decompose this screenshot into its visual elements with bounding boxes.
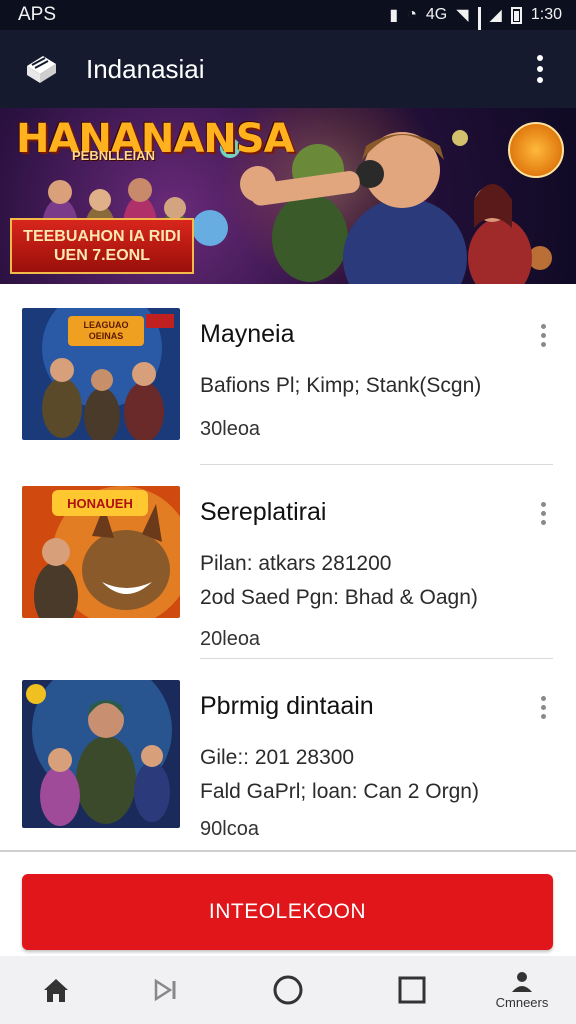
status-time: 1:30 — [530, 6, 562, 23]
item-more-icon[interactable] — [535, 696, 551, 720]
game-detail-3: 30leoa — [200, 418, 261, 440]
game-detail-2: Fald GaPrl; loan: Can 2 Orgn) — [200, 780, 479, 803]
status-left-text: APS — [18, 4, 57, 25]
banner-subtitle: PEBNLLEIAN — [72, 148, 156, 163]
thumbnail-label: HONAUEH — [67, 496, 133, 511]
list-divider — [200, 658, 553, 659]
app-title: Indanasiai — [86, 53, 205, 84]
item-more-icon[interactable] — [535, 324, 551, 348]
game-detail-1: Bafions Pl; Kimp; Stank(Scgn) — [200, 374, 482, 397]
signal-icon-2: ◢ — [489, 7, 502, 24]
thumbnail-label: LEAGUAO OEINAS — [83, 320, 129, 341]
status-bar: APS ▮ ◔ 4G ◥ ◢ 1:30 — [0, 0, 576, 50]
game-thumbnail: LEAGUAO OEINAS — [22, 308, 180, 440]
promo-banner[interactable]: HANANANSA PEBNLLEIAN TEEBUAHON IA RIDI U… — [0, 108, 576, 284]
list-item[interactable]: Pbrmig dintaain Gile:: 201 28300 Fald Ga… — [0, 672, 576, 852]
home-icon[interactable] — [38, 956, 74, 1024]
game-name: Mayneia — [200, 320, 295, 348]
game-detail-2: 2od Saed Pgn: Bhad & Oagn) — [200, 586, 478, 609]
primary-action-button[interactable]: INTEOLEKOON — [22, 874, 553, 950]
circle-home-icon[interactable] — [270, 956, 306, 1024]
nav-item-account[interactable]: Cmneers — [484, 956, 560, 1024]
nav-label-account: Cmneers — [495, 994, 549, 1010]
section-divider — [0, 850, 576, 852]
navigation-bar: Cmneers — [0, 956, 576, 1024]
item-more-icon[interactable] — [535, 502, 551, 526]
game-detail-3: 20leoa — [200, 628, 261, 650]
cube-logo-icon — [22, 50, 60, 88]
game-name: Sereplatirai — [200, 498, 327, 526]
wifi-icon: ◥ — [456, 7, 469, 24]
game-name: Pbrmig dintaain — [200, 692, 374, 720]
signal-icon — [477, 7, 481, 50]
battery-icon — [510, 6, 522, 24]
banner-ribbon: TEEBUAHON IA RIDI UEN 7.EONL — [10, 218, 194, 274]
banner-badge-icon — [508, 122, 564, 178]
alarm-icon: ◔ — [407, 6, 417, 23]
list-item[interactable]: HONAUEH Sereplatirai Pilan: atkars 28120… — [0, 478, 576, 659]
game-detail-3: 90lcoa — [200, 818, 259, 840]
game-thumbnail: HONAUEH — [22, 486, 180, 618]
more-vertical-icon[interactable] — [526, 49, 554, 89]
game-detail-1: Gile:: 201 28300 — [200, 746, 355, 769]
forward-icon[interactable] — [150, 956, 182, 1024]
game-thumbnail — [22, 680, 180, 828]
notification-icon: ▮ — [389, 7, 399, 24]
list-item[interactable]: LEAGUAO OEINAS Mayneia Bafions Pl; Kimp;… — [0, 284, 576, 465]
status-icons: ▮ ◔ 4G ◥ ◢ 1:30 — [389, 5, 562, 50]
person-icon — [512, 971, 532, 992]
square-recents-icon[interactable] — [396, 956, 428, 1024]
list-divider — [200, 464, 553, 465]
network-type-icon: 4G — [425, 6, 448, 23]
app-bar: Indanasiai — [0, 30, 576, 108]
game-detail-1: Pilan: atkars 281200 — [200, 552, 392, 575]
